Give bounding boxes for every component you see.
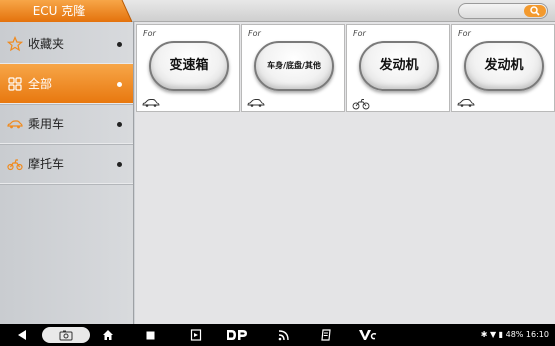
- top-bar: ECU 克隆: [0, 0, 555, 22]
- function-card-engine-motorcycle[interactable]: For 发动机: [346, 24, 450, 112]
- wifi-icon: ▼: [489, 330, 497, 339]
- title-tab: ECU 克隆: [0, 0, 132, 22]
- card-for-label: For: [143, 29, 156, 38]
- car-icon: [457, 99, 475, 107]
- function-button[interactable]: 发动机: [464, 41, 544, 91]
- function-button[interactable]: 变速箱: [149, 41, 229, 91]
- function-title: 发动机: [379, 57, 419, 73]
- system-nav-bar: ✱ ▼ ▮ 48% 16:10: [0, 324, 555, 346]
- bullet-dot: [117, 122, 122, 127]
- star-icon: [7, 36, 23, 52]
- battery-icon: ▮: [498, 330, 504, 339]
- dp-icon: [227, 330, 247, 340]
- sidebar-item-motorcycle[interactable]: 摩托车: [0, 144, 133, 184]
- function-title: 发动机: [484, 57, 524, 73]
- sidebar-item-passenger-car[interactable]: 乘用车: [0, 104, 133, 144]
- car-icon: [142, 99, 160, 107]
- home-button[interactable]: [98, 324, 118, 346]
- function-card-engine-car[interactable]: For 发动机: [451, 24, 555, 112]
- card-for-label: For: [353, 29, 366, 38]
- screenshot-pill: [42, 327, 90, 343]
- car-icon: [247, 99, 265, 107]
- wireless-icon: [278, 330, 289, 341]
- home-icon: [103, 330, 113, 340]
- sidebar-item-favorites[interactable]: 收藏夹: [0, 24, 133, 64]
- function-card-transmission[interactable]: For 变速箱: [136, 24, 240, 112]
- function-card-body-chassis[interactable]: For 车身/底盘/其他: [241, 24, 345, 112]
- vci-button[interactable]: [356, 324, 380, 346]
- bullet-dot: [117, 82, 122, 87]
- screenshot-icon: [59, 330, 73, 340]
- motorcycle-icon: [7, 159, 23, 171]
- car-icon: [7, 120, 23, 129]
- bullet-dot: [117, 42, 122, 47]
- function-button[interactable]: 车身/底盘/其他: [254, 41, 334, 91]
- sidebar-item-label: 摩托车: [28, 157, 65, 171]
- vci-manager-button[interactable]: [186, 324, 206, 346]
- sidebar-item-label: 乘用车: [28, 117, 65, 131]
- sidebar-item-label: 全部: [28, 77, 53, 91]
- wireless-button[interactable]: [274, 324, 294, 346]
- search-icon: [530, 6, 540, 16]
- clipboard-button[interactable]: [316, 324, 336, 346]
- vci-icon: [359, 330, 377, 340]
- status-area: ✱ ▼ ▮ 48% 16:10: [481, 324, 549, 346]
- dp-button[interactable]: [224, 324, 250, 346]
- function-button[interactable]: 发动机: [359, 41, 439, 91]
- sidebar-item-all[interactable]: 全部: [0, 64, 133, 104]
- sidebar-item-label: 收藏夹: [28, 37, 65, 51]
- page-title: ECU 克隆: [32, 4, 86, 18]
- recents-icon: [146, 331, 154, 339]
- clipboard-icon: [321, 329, 331, 341]
- card-for-label: For: [248, 29, 261, 38]
- search-input[interactable]: [458, 3, 548, 19]
- card-for-label: For: [458, 29, 471, 38]
- sidebar: 收藏夹 全部 乘用车 摩托车: [0, 22, 134, 324]
- function-grid: For 变速箱 For 车身/底盘/其他 For 发动机 For 发动机: [135, 22, 555, 324]
- motorcycle-icon: [352, 99, 370, 110]
- search-button[interactable]: [524, 5, 546, 17]
- bluetooth-icon: ✱: [480, 330, 488, 339]
- back-button[interactable]: [12, 324, 32, 346]
- back-icon: [18, 330, 26, 340]
- screenshot-button[interactable]: [40, 324, 92, 346]
- bullet-dot: [117, 162, 122, 167]
- function-title: 变速箱: [169, 57, 209, 73]
- recents-button[interactable]: [140, 324, 160, 346]
- function-title: 车身/底盘/其他: [267, 61, 321, 71]
- vci-manager-icon: [190, 329, 202, 341]
- status-text: 48% 16:10: [505, 330, 549, 339]
- grid-icon: [8, 77, 22, 91]
